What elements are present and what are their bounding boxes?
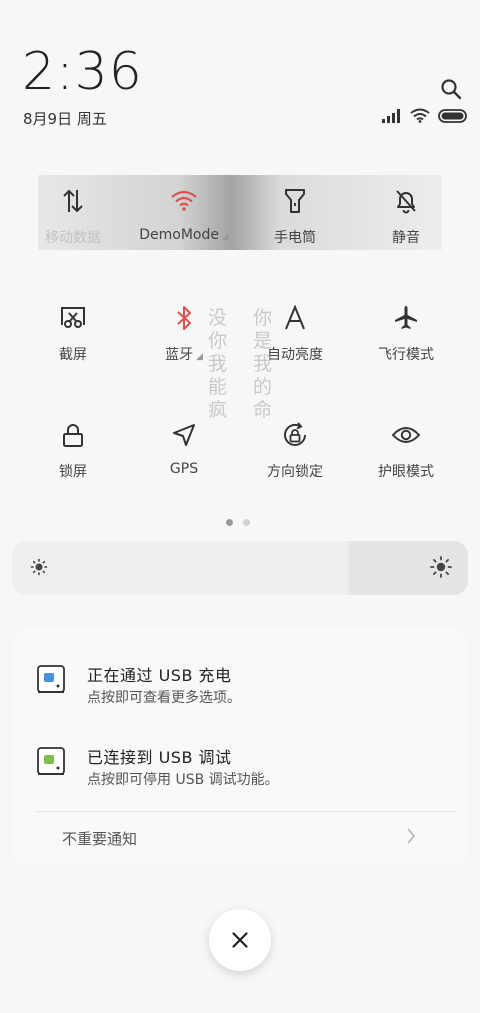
rotation-lock-icon (284, 422, 306, 446)
notification-title: 已连接到 USB 调试 (87, 748, 232, 767)
auto-brightness-icon (285, 305, 305, 330)
bluetooth-icon (177, 306, 191, 330)
notification-desc: 点按即可停用 USB 调试功能。 (87, 772, 279, 788)
usb-debug-icon (37, 747, 65, 775)
brightness-slider[interactable] (12, 541, 468, 595)
search-icon[interactable] (440, 78, 462, 100)
notification-title: 正在通过 USB 充电 (87, 666, 232, 685)
chevron-right-icon[interactable] (406, 827, 416, 845)
usb-charge-icon (37, 665, 65, 693)
page-indicator (226, 519, 250, 526)
status-bar-icons (382, 108, 468, 123)
airplane-icon (395, 306, 417, 329)
brightness-high-icon (430, 556, 452, 578)
clear-all-button[interactable] (209, 909, 271, 971)
tile-wifi[interactable]: DemoMode ◢ (134, 181, 234, 243)
tile-label: 静音 (392, 230, 420, 246)
tile-label: DemoMode ◢ (139, 227, 229, 243)
tile-rotation-lock[interactable]: 方向锁定 (245, 415, 345, 481)
page-dot (243, 519, 250, 526)
wallpaper-text-left: 没你我能疯 (208, 307, 228, 421)
mute-icon (396, 190, 416, 214)
tile-screenshot[interactable]: 截屏 (23, 298, 123, 364)
clock: 2:36 (22, 42, 143, 102)
tile-label: 手电筒 (274, 230, 316, 246)
flashlight-icon (285, 189, 305, 213)
tile-gps[interactable]: GPS (134, 415, 234, 477)
wifi-status-icon (410, 108, 430, 123)
notification-card: 正在通过 USB 充电 点按即可查看更多选项。 已连接到 USB 调试 点按即可… (12, 627, 468, 865)
tile-label: GPS (169, 461, 199, 477)
tile-mobile-data[interactable]: 移动数据 (23, 181, 123, 247)
tile-label: 护眼模式 (378, 464, 434, 480)
tile-lock-screen[interactable]: 锁屏 (23, 415, 123, 481)
tile-label: 锁屏 (59, 464, 87, 480)
tile-label: 截屏 (59, 347, 87, 363)
page-dot-active (226, 519, 233, 526)
brightness-low-icon (30, 558, 48, 576)
tile-label: 飞行模式 (378, 347, 434, 363)
divider (36, 811, 456, 812)
tile-eye-care[interactable]: 护眼模式 (356, 415, 456, 481)
wifi-icon (171, 190, 197, 211)
battery-icon (438, 108, 467, 123)
date: 8月9日 周五 (23, 110, 107, 128)
notification-desc: 点按即可查看更多选项。 (87, 690, 241, 706)
gps-icon (173, 424, 195, 446)
eye-icon (392, 427, 420, 443)
tile-label: 移动数据 (45, 230, 101, 246)
wallpaper-text-right: 你是我的命 (253, 307, 273, 421)
lock-icon (63, 424, 83, 447)
tile-label: 方向锁定 (267, 464, 323, 480)
mobile-data-icon (63, 189, 83, 213)
signal-icon (382, 108, 400, 123)
close-icon (232, 932, 248, 948)
screenshot-icon (61, 307, 85, 328)
tile-flashlight[interactable]: 手电筒 (245, 181, 345, 247)
unimportant-notifications-label[interactable]: 不重要通知 (62, 828, 137, 849)
tile-airplane[interactable]: 飞行模式 (356, 298, 456, 364)
tile-mute[interactable]: 静音 (356, 181, 456, 247)
